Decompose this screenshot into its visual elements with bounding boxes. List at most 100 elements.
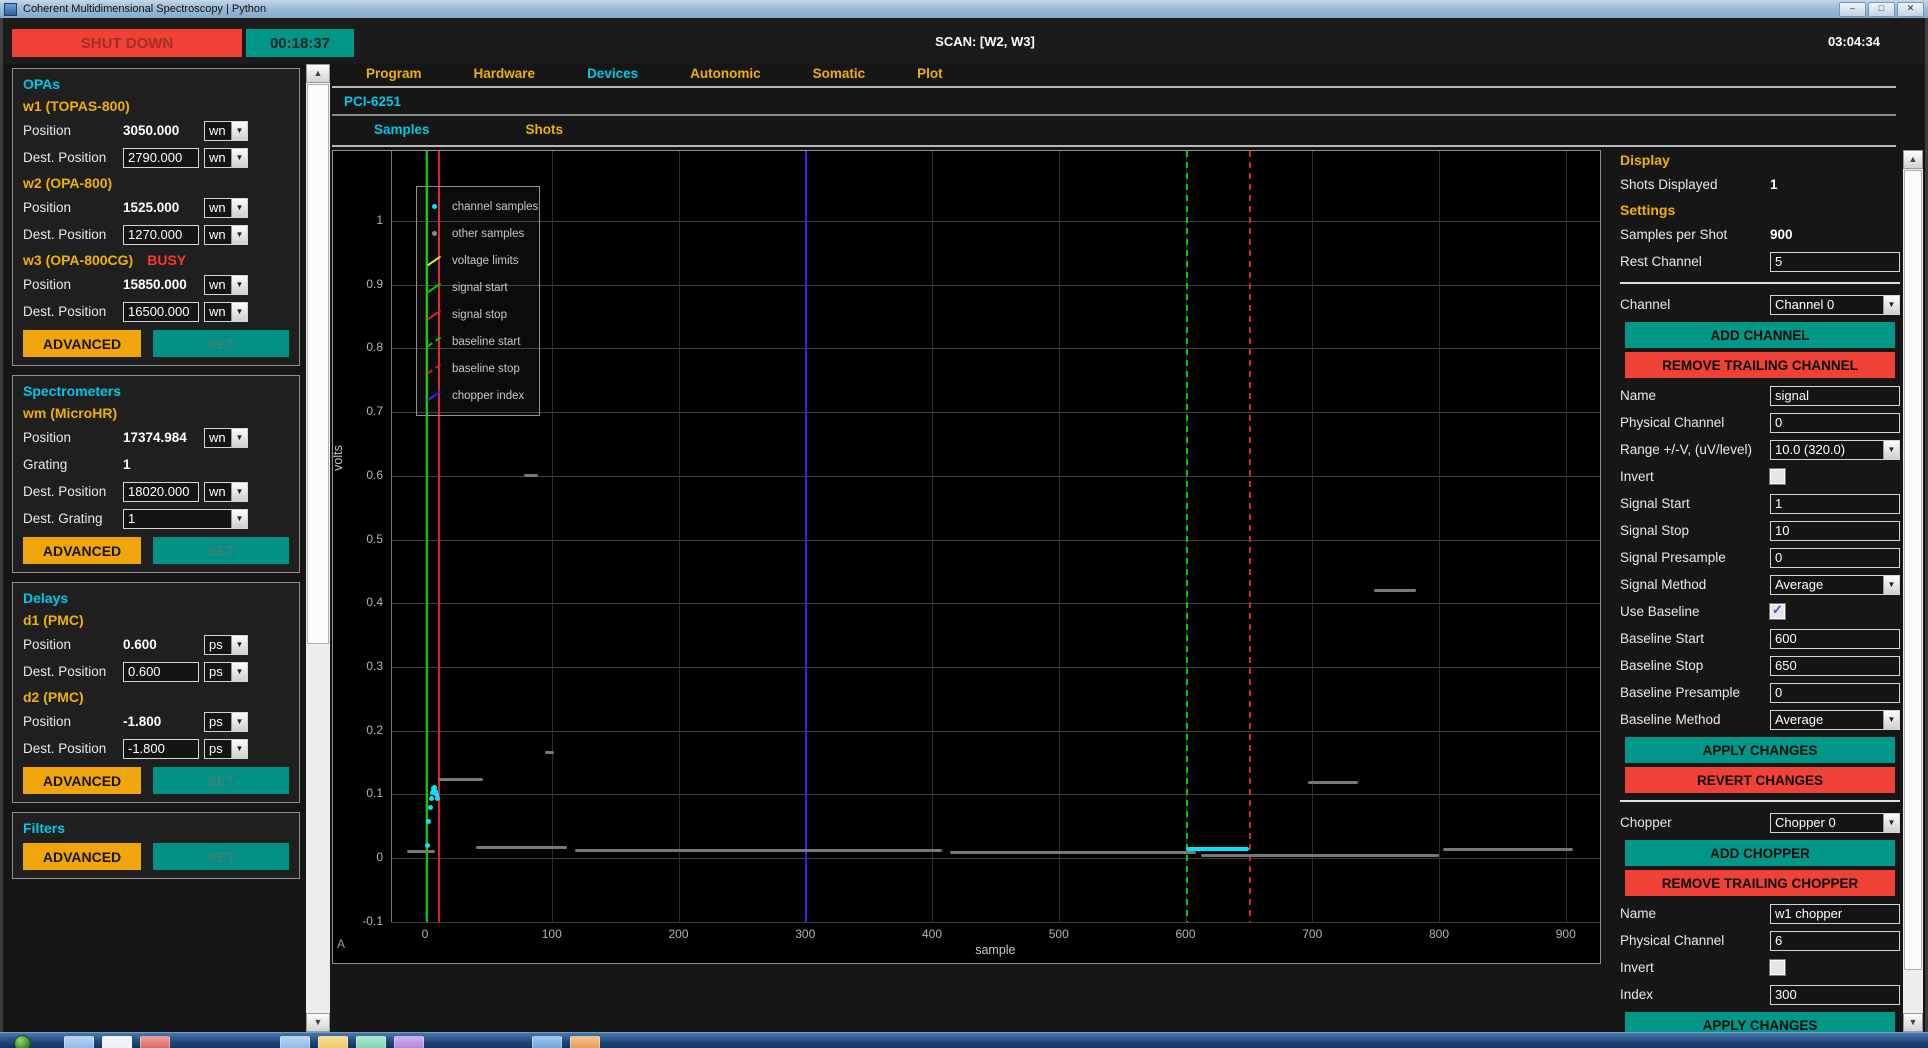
scroll-down-icon[interactable]: ▼ — [306, 1013, 330, 1032]
signal-method-select[interactable]: Average▼ — [1770, 575, 1900, 595]
chevron-down-icon[interactable]: ▼ — [231, 429, 247, 447]
tab-autonomic[interactable]: Autonomic — [690, 66, 761, 84]
tab-plot[interactable]: Plot — [917, 66, 943, 84]
chevron-down-icon[interactable]: ▼ — [231, 636, 247, 654]
taskbar-app-icon[interactable] — [532, 1036, 562, 1048]
settings-scrollbar[interactable]: ▲ ▼ — [1903, 150, 1923, 1032]
baseline-stop-input[interactable] — [1770, 656, 1900, 676]
taskbar-app-icon[interactable] — [318, 1036, 348, 1048]
revert-changes-button[interactable]: REVERT CHANGES — [1625, 767, 1895, 793]
taskbar-app-icon[interactable] — [102, 1036, 132, 1048]
tab-pci-6251[interactable]: PCI-6251 — [344, 94, 401, 109]
tab-program[interactable]: Program — [366, 66, 422, 84]
unit-select[interactable]: ps▼ — [204, 739, 248, 759]
samples-plot[interactable]: -0.100.10.20.30.40.50.60.70.80.910100200… — [332, 150, 1601, 964]
unit-select[interactable]: ps▼ — [204, 712, 248, 732]
range-v-uv-level-select[interactable]: 10.0 (320.0)▼ — [1770, 440, 1900, 460]
signal-presample-input[interactable] — [1770, 548, 1900, 568]
chevron-down-icon[interactable]: ▼ — [231, 149, 247, 167]
invert-checkbox[interactable] — [1770, 469, 1785, 484]
chevron-down-icon[interactable]: ▼ — [1883, 814, 1899, 832]
chopper-select[interactable]: Chopper 0▼ — [1770, 813, 1900, 833]
chevron-down-icon[interactable]: ▼ — [231, 226, 247, 244]
advanced-button[interactable]: ADVANCED — [23, 537, 141, 564]
chevron-down-icon[interactable]: ▼ — [231, 663, 247, 681]
advanced-button[interactable]: ADVANCED — [23, 330, 141, 357]
baseline-method-select[interactable]: Average▼ — [1770, 710, 1900, 730]
chevron-down-icon[interactable]: ▼ — [231, 510, 247, 528]
w2-opa-800-dest-position-input[interactable] — [123, 225, 199, 245]
chevron-down-icon[interactable]: ▼ — [231, 303, 247, 321]
tab-devices[interactable]: Devices — [587, 66, 638, 84]
d1-pmc-dest-position-input[interactable] — [123, 662, 199, 682]
tab-somatic[interactable]: Somatic — [813, 66, 866, 84]
unit-select[interactable]: wn▼ — [204, 198, 248, 218]
add-channel-button[interactable]: ADD CHANNEL — [1625, 322, 1895, 348]
unit-select[interactable]: wn▼ — [204, 225, 248, 245]
advanced-button[interactable]: ADVANCED — [23, 843, 141, 870]
unit-select[interactable]: wn▼ — [204, 482, 248, 502]
chevron-down-icon[interactable]: ▼ — [1883, 441, 1899, 459]
set-button[interactable]: SET — [153, 537, 289, 564]
apply-changes-button[interactable]: APPLY CHANGES — [1625, 737, 1895, 763]
unit-select[interactable]: wn▼ — [204, 275, 248, 295]
name-input[interactable] — [1770, 904, 1900, 924]
advanced-button[interactable]: ADVANCED — [23, 767, 141, 794]
tab-hardware[interactable]: Hardware — [474, 66, 536, 84]
close-button[interactable]: ✕ — [1897, 2, 1924, 17]
settings-scrollbar-thumb[interactable] — [1904, 170, 1922, 970]
scroll-down-icon[interactable]: ▼ — [1903, 1013, 1923, 1032]
chevron-down-icon[interactable]: ▼ — [231, 276, 247, 294]
chevron-down-icon[interactable]: ▼ — [231, 740, 247, 758]
w1-topas-800-dest-position-input[interactable] — [123, 148, 199, 168]
taskbar-app-icon[interactable] — [140, 1036, 170, 1048]
remove-trailing-chopper-button[interactable]: REMOVE TRAILING CHOPPER — [1625, 870, 1895, 896]
chevron-down-icon[interactable]: ▼ — [231, 713, 247, 731]
w3-opa-800cg-dest-position-input[interactable] — [123, 302, 199, 322]
shutdown-button[interactable]: SHUT DOWN — [12, 29, 242, 57]
autoscale-button[interactable]: A — [337, 937, 345, 951]
remove-trailing-channel-button[interactable]: REMOVE TRAILING CHANNEL — [1625, 352, 1895, 378]
set-button[interactable]: SET — [153, 330, 289, 357]
unit-select[interactable]: wn▼ — [204, 148, 248, 168]
channel-select[interactable]: Channel 0▼ — [1770, 295, 1900, 315]
rest-channel-input[interactable] — [1770, 252, 1900, 272]
start-button-icon[interactable] — [14, 1035, 31, 1048]
taskbar-app-icon[interactable] — [570, 1036, 600, 1048]
name-input[interactable] — [1770, 386, 1900, 406]
chevron-down-icon[interactable]: ▼ — [231, 122, 247, 140]
signal-stop-input[interactable] — [1770, 521, 1900, 541]
signal-start-input[interactable] — [1770, 494, 1900, 514]
set-button[interactable]: SET — [153, 843, 289, 870]
unit-select[interactable]: ps▼ — [204, 635, 248, 655]
scroll-up-icon[interactable]: ▲ — [1903, 150, 1923, 169]
unit-select[interactable]: ps▼ — [204, 662, 248, 682]
baseline-start-input[interactable] — [1770, 629, 1900, 649]
unit-select[interactable]: wn▼ — [204, 428, 248, 448]
index-input[interactable] — [1770, 985, 1900, 1005]
physical-channel-input[interactable] — [1770, 931, 1900, 951]
physical-channel-input[interactable] — [1770, 413, 1900, 433]
sidebar-scrollbar-thumb[interactable] — [307, 84, 329, 644]
invert-checkbox[interactable] — [1770, 960, 1785, 975]
tab-shots[interactable]: Shots — [526, 122, 564, 137]
wm-microhr-dest-position-input[interactable] — [123, 482, 199, 502]
chevron-down-icon[interactable]: ▼ — [1883, 576, 1899, 594]
os-taskbar[interactable] — [0, 1032, 1928, 1048]
taskbar-app-icon[interactable] — [280, 1036, 310, 1048]
tab-samples[interactable]: Samples — [374, 122, 430, 137]
scroll-up-icon[interactable]: ▲ — [306, 64, 330, 83]
chevron-down-icon[interactable]: ▼ — [1883, 711, 1899, 729]
set-button[interactable]: SET — [153, 767, 289, 794]
taskbar-app-icon[interactable] — [356, 1036, 386, 1048]
maximize-button[interactable]: □ — [1868, 2, 1895, 17]
chevron-down-icon[interactable]: ▼ — [231, 483, 247, 501]
add-chopper-button[interactable]: ADD CHOPPER — [1625, 840, 1895, 866]
unit-select[interactable]: wn▼ — [204, 302, 248, 322]
baseline-presample-input[interactable] — [1770, 683, 1900, 703]
d2-pmc-dest-position-input[interactable] — [123, 739, 199, 759]
taskbar-app-icon[interactable] — [64, 1036, 94, 1048]
unit-select[interactable]: wn▼ — [204, 121, 248, 141]
taskbar-app-icon[interactable] — [394, 1036, 424, 1048]
sidebar-scrollbar[interactable]: ▲ ▼ — [306, 64, 330, 1032]
